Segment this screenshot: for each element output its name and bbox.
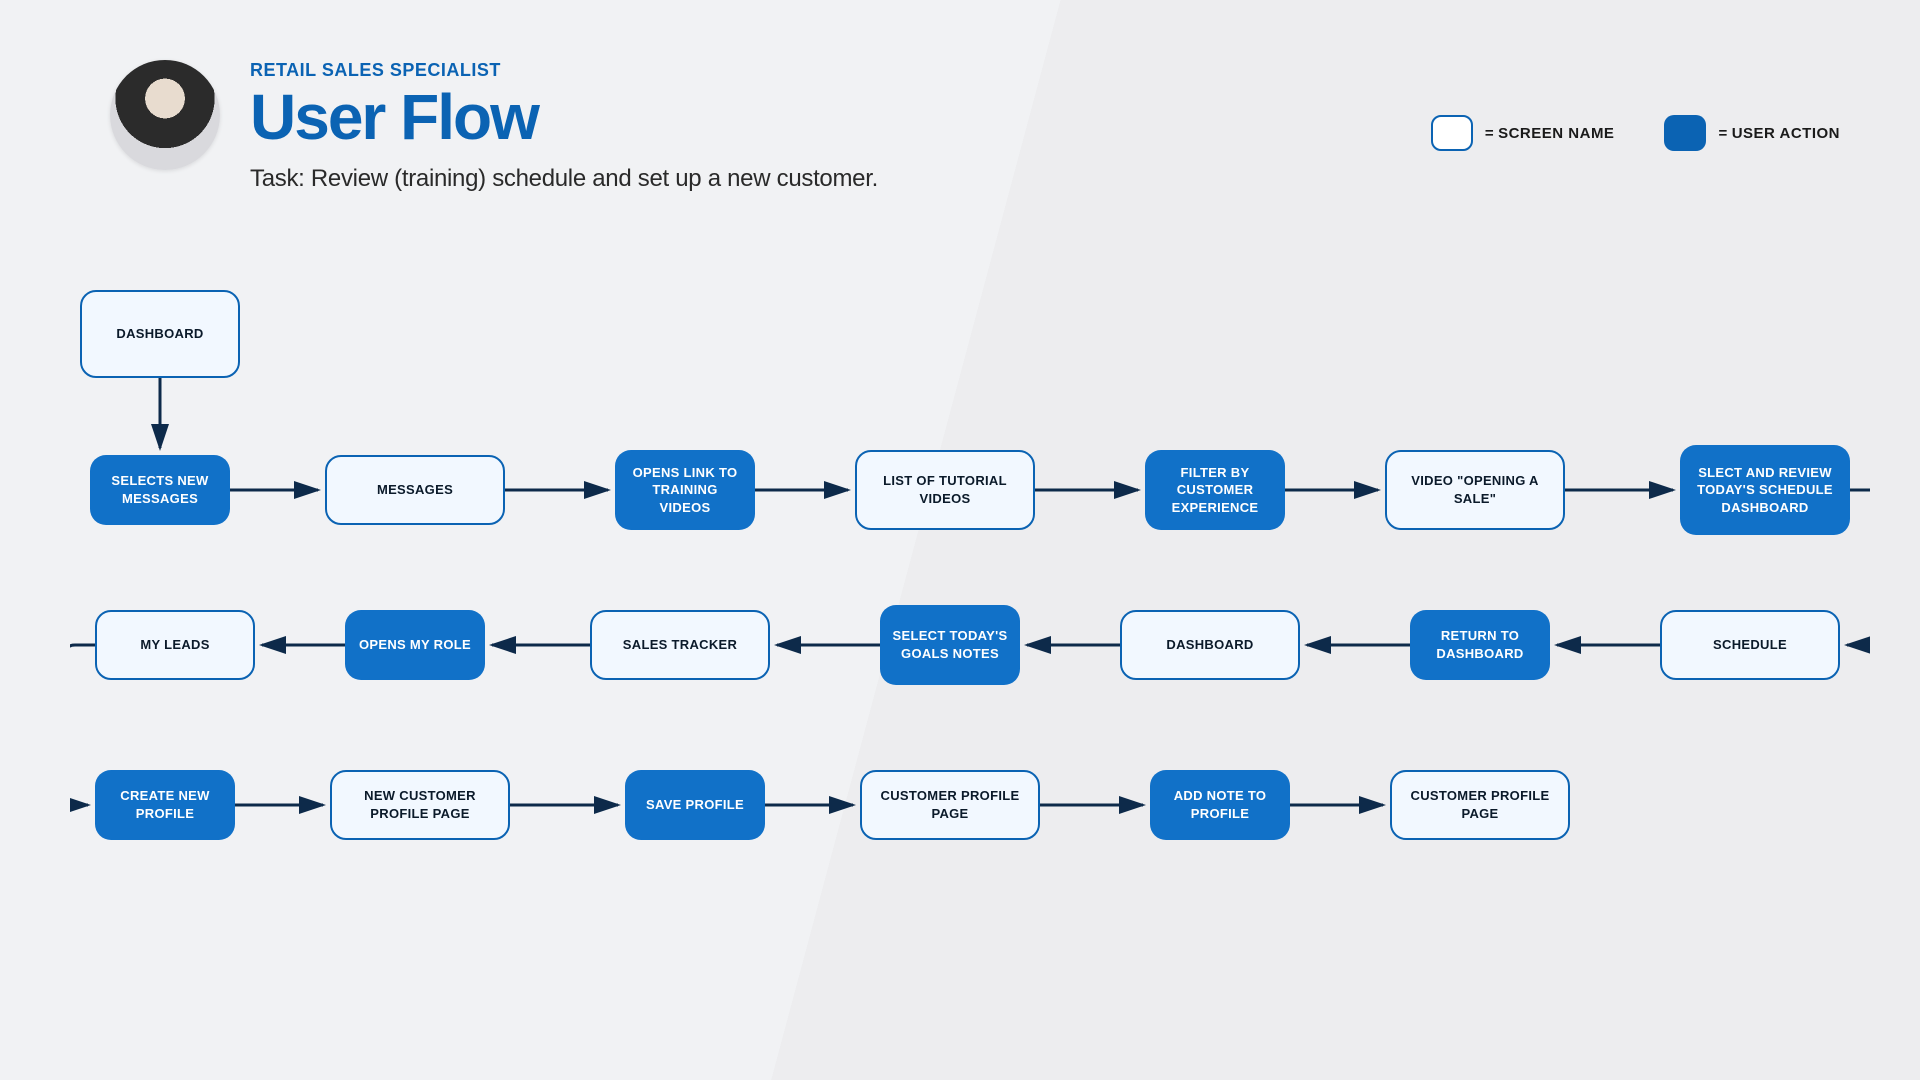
node-return-dashboard: RETURN TO DASHBOARD <box>1410 610 1550 680</box>
node-schedule: SCHEDULE <box>1660 610 1840 680</box>
node-create-new-profile: CREATE NEW PROFILE <box>95 770 235 840</box>
node-filter-by-experience: FILTER BY CUSTOMER EXPERIENCE <box>1145 450 1285 530</box>
node-add-note-profile: ADD NOTE TO PROFILE <box>1150 770 1290 840</box>
legend-action-label: USER ACTION <box>1732 125 1840 142</box>
avatar <box>110 60 220 170</box>
task-description: Task: Review (training) schedule and set… <box>250 165 878 193</box>
legend-action: =USER ACTION <box>1664 115 1840 151</box>
node-messages: MESSAGES <box>325 455 505 525</box>
node-select-review-schedule: SLECT AND REVIEW TODAY'S SCHEDULE DASHBO… <box>1680 445 1850 535</box>
node-select-goals-notes: SELECT TODAY'S GOALS NOTES <box>880 605 1020 685</box>
header: RETAIL SALES SPECIALIST User Flow Task: … <box>110 60 878 193</box>
legend-screen: =SCREEN NAME <box>1431 115 1615 151</box>
node-customer-profile-1: CUSTOMER PROFILE PAGE <box>860 770 1040 840</box>
node-my-leads: MY LEADS <box>95 610 255 680</box>
node-opens-link-training: OPENS LINK TO TRAINING VIDEOS <box>615 450 755 530</box>
legend-swatch-screen <box>1431 115 1473 151</box>
diagram-canvas: DASHBOARD SELECTS NEW MESSAGES MESSAGES … <box>70 280 1870 980</box>
legend-swatch-action <box>1664 115 1706 151</box>
node-video-opening-sale: VIDEO "OPENING A SALE" <box>1385 450 1565 530</box>
node-save-profile: SAVE PROFILE <box>625 770 765 840</box>
legend: =SCREEN NAME =USER ACTION <box>1431 115 1840 151</box>
role-label: RETAIL SALES SPECIALIST <box>250 60 878 81</box>
node-sales-tracker: SALES TRACKER <box>590 610 770 680</box>
page-title: User Flow <box>250 85 878 149</box>
title-block: RETAIL SALES SPECIALIST User Flow Task: … <box>250 60 878 193</box>
node-dashboard-2: DASHBOARD <box>1120 610 1300 680</box>
node-customer-profile-2: CUSTOMER PROFILE PAGE <box>1390 770 1570 840</box>
node-selects-new-messages: SELECTS NEW MESSAGES <box>90 455 230 525</box>
legend-screen-label: SCREEN NAME <box>1498 125 1614 142</box>
node-new-customer-profile: NEW CUSTOMER PROFILE PAGE <box>330 770 510 840</box>
node-opens-my-role: OPENS MY ROLE <box>345 610 485 680</box>
node-list-tutorial-videos: LIST OF TUTORIAL VIDEOS <box>855 450 1035 530</box>
node-dashboard-start: DASHBOARD <box>80 290 240 378</box>
